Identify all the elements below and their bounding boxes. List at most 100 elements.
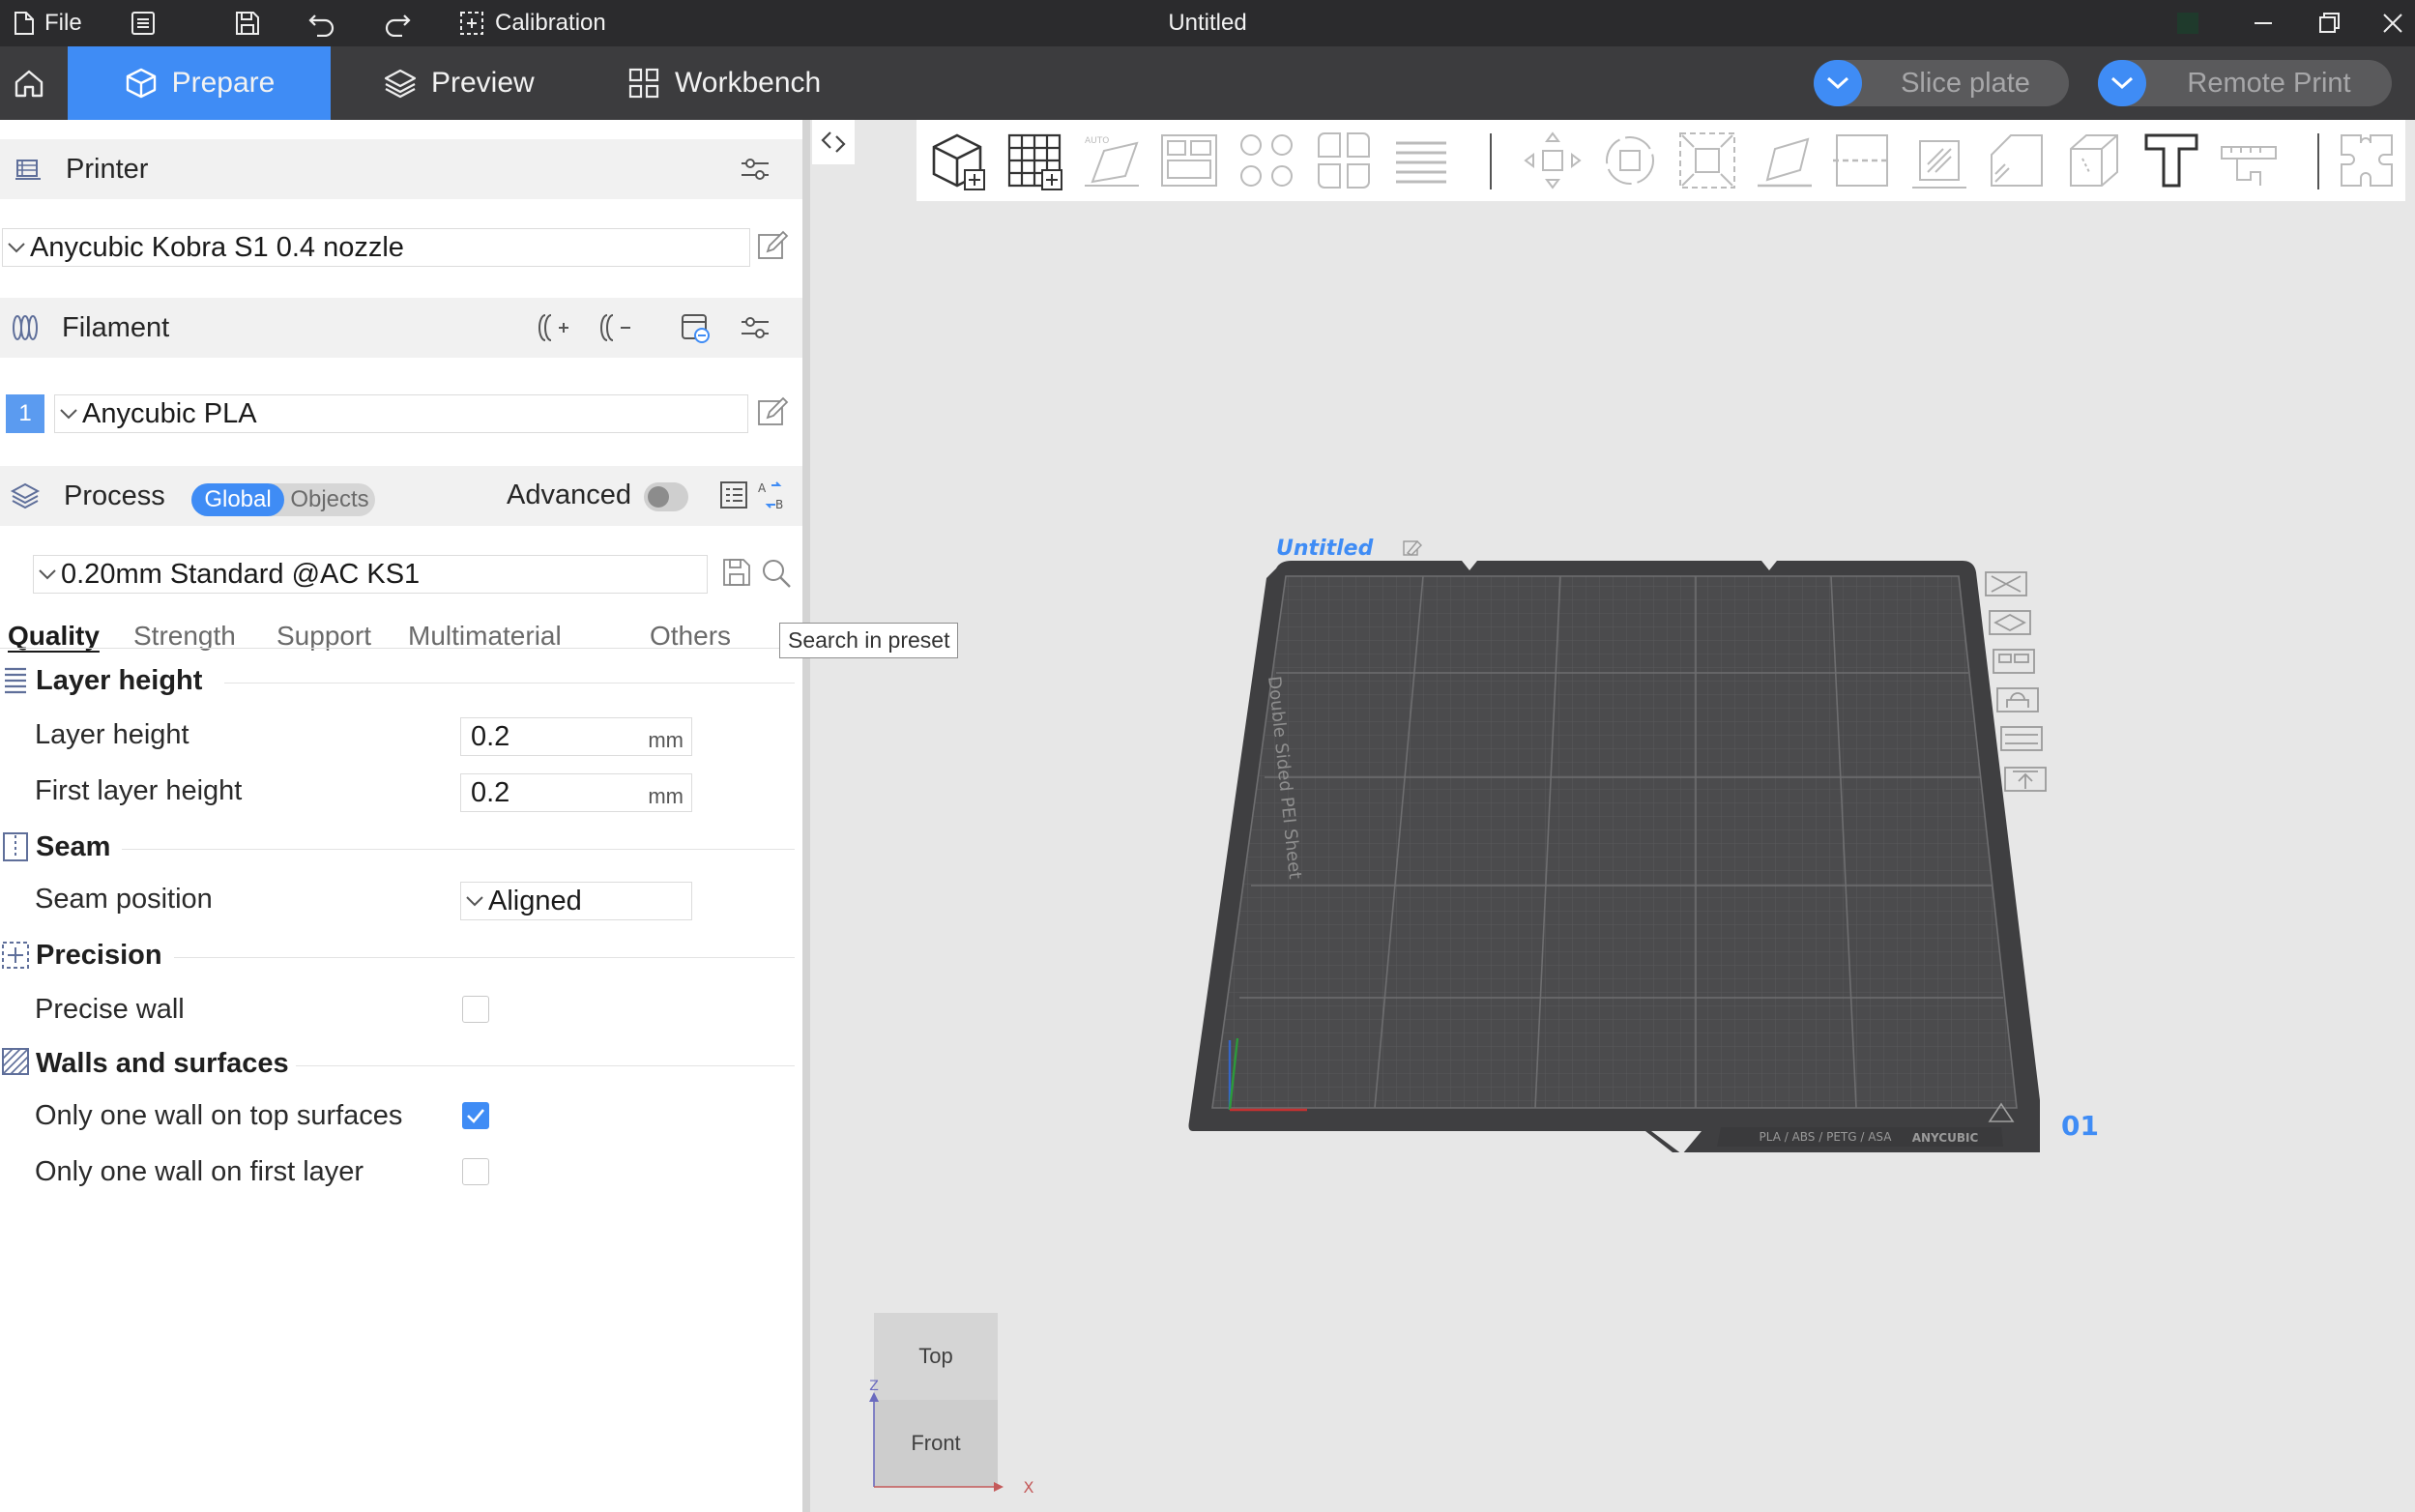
scale-icon[interactable]: [1676, 130, 1738, 191]
filament-select[interactable]: Anycubic PLA: [54, 394, 748, 433]
filament-select-value: Anycubic PLA: [82, 397, 257, 429]
split-parts-icon[interactable]: [1313, 130, 1375, 191]
remove-filament-icon[interactable]: [599, 311, 632, 344]
slice-plate-button[interactable]: Slice plate: [1814, 60, 2069, 106]
support-paint-icon[interactable]: [1908, 130, 1970, 191]
remote-print-button[interactable]: Remote Print: [2098, 60, 2392, 106]
search-preset-tooltip: Search in preset: [779, 623, 959, 658]
seam-position-value: Aligned: [488, 885, 582, 916]
restore-icon[interactable]: [2316, 0, 2342, 46]
group-divider: [174, 957, 795, 958]
add-plate-icon[interactable]: [1004, 130, 1065, 191]
file-menu[interactable]: File: [14, 0, 82, 46]
tab-workbench-label: Workbench: [675, 67, 822, 99]
tab-prepare-label: Prepare: [171, 67, 276, 99]
tab-workbench[interactable]: Workbench: [626, 46, 821, 120]
seam-paint-icon[interactable]: [1986, 130, 2048, 191]
printer-settings-icon[interactable]: [739, 153, 771, 186]
text-tool-icon[interactable]: [2140, 130, 2202, 191]
file-menu-label: File: [44, 10, 82, 36]
precision-group-title: Precision: [36, 940, 162, 971]
rotate-icon[interactable]: [1599, 130, 1661, 191]
lay-on-face-icon[interactable]: [1754, 130, 1816, 191]
process-title: Process: [64, 480, 165, 511]
edit-filament-icon[interactable]: [756, 396, 789, 429]
one-wall-top-checkbox[interactable]: [462, 1102, 489, 1129]
edit-printer-icon[interactable]: [756, 230, 789, 263]
svg-text:B: B: [775, 498, 783, 510]
edit-plate-name-icon[interactable]: [1403, 539, 1422, 556]
process-list-icon[interactable]: [719, 480, 750, 510]
plate-name-label[interactable]: Untitled: [1276, 537, 1374, 561]
global-objects-toggle[interactable]: Global Objects: [191, 483, 375, 516]
advanced-label: Advanced: [507, 480, 631, 510]
calibration-menu[interactable]: Calibration: [458, 0, 606, 46]
undo-icon[interactable]: [307, 0, 336, 46]
layers-list-icon[interactable]: [1390, 130, 1452, 191]
arrange-icon[interactable]: [1158, 130, 1220, 191]
color-paint-icon[interactable]: [2063, 130, 2125, 191]
svg-text:A: A: [758, 481, 767, 495]
advanced-switch[interactable]: [644, 482, 688, 511]
cut-icon[interactable]: [1831, 130, 1893, 191]
one-wall-first-checkbox[interactable]: [462, 1158, 489, 1185]
build-plate-view[interactable]: PLA / ABS / PETG / ASA ANYCUBIC Double S…: [1179, 532, 2146, 1170]
assembly-icon[interactable]: [2336, 130, 2398, 191]
first-layer-height-label: First layer height: [35, 775, 243, 806]
global-toggle-option[interactable]: Global: [191, 483, 284, 516]
minimize-icon[interactable]: [2251, 0, 2276, 46]
printer-title: Printer: [66, 153, 149, 185]
add-filament-icon[interactable]: [538, 311, 570, 344]
first-layer-height-input[interactable]: 0.2 mm: [460, 773, 692, 812]
collapse-sidebar-button[interactable]: [812, 120, 855, 164]
advanced-switch-knob: [648, 486, 669, 508]
move-to-plate-icon[interactable]: [2004, 767, 2047, 792]
move-icon[interactable]: [1522, 130, 1584, 191]
walls-group-title: Walls and surfaces: [36, 1048, 289, 1079]
objects-toggle-option[interactable]: Objects: [284, 483, 375, 516]
layer-height-input[interactable]: 0.2 mm: [460, 717, 692, 756]
filament-settings-icon[interactable]: [739, 311, 771, 344]
panel-splitter[interactable]: [802, 120, 810, 1512]
filament-sync-icon[interactable]: [679, 311, 713, 346]
save-icon[interactable]: [234, 0, 261, 46]
precise-wall-checkbox[interactable]: [462, 996, 489, 1023]
lock-plate-icon[interactable]: [1996, 687, 2039, 712]
seam-position-label: Seam position: [35, 884, 213, 915]
process-preset-select[interactable]: 0.20mm Standard @AC KS1: [33, 555, 708, 594]
tab-prepare[interactable]: Prepare: [68, 46, 331, 120]
close-icon[interactable]: [2380, 0, 2405, 46]
process-preset-value: 0.20mm Standard @AC KS1: [61, 558, 421, 590]
chevron-down-icon[interactable]: [2098, 60, 2146, 106]
measure-icon[interactable]: [2218, 130, 2280, 191]
auto-orient-icon[interactable]: AUTO: [1081, 130, 1143, 191]
first-layer-height-value: 0.2: [471, 777, 510, 808]
filament-slot-badge[interactable]: 1: [6, 394, 44, 433]
chevron-down-icon[interactable]: [1814, 60, 1862, 106]
redo-icon[interactable]: [383, 0, 412, 46]
x-axis-label: X: [1024, 1478, 1034, 1497]
plate-settings-icon[interactable]: [2000, 726, 2043, 751]
compare-presets-icon[interactable]: AB: [756, 480, 791, 510]
main-nav: Prepare Preview Workbench Slice plate Re…: [0, 46, 2415, 120]
delete-plate-icon[interactable]: [1985, 571, 2027, 596]
seam-position-select[interactable]: Aligned: [460, 882, 692, 920]
split-objects-icon[interactable]: [1236, 130, 1297, 191]
z-axis-label: Z: [869, 1379, 879, 1394]
seam-group-icon: [2, 831, 29, 862]
home-button[interactable]: [0, 46, 58, 120]
list-icon[interactable]: [130, 0, 157, 46]
arrange-plate-icon[interactable]: [1993, 649, 2035, 674]
plate-materials-label: PLA / ABS / PETG / ASA: [1760, 1130, 1893, 1144]
layer-height-group-title: Layer height: [36, 665, 203, 696]
add-object-icon[interactable]: [926, 130, 988, 191]
search-icon[interactable]: [760, 557, 793, 590]
printer-select[interactable]: Anycubic Kobra S1 0.4 nozzle: [2, 228, 750, 267]
chevron-down-icon: [57, 408, 80, 420]
save-preset-icon[interactable]: [721, 557, 752, 588]
orient-plate-icon[interactable]: [1989, 610, 2031, 635]
tab-preview[interactable]: Preview: [383, 46, 535, 120]
group-divider: [122, 849, 795, 850]
cube-icon: [124, 66, 159, 101]
tab-preview-label: Preview: [431, 67, 535, 99]
